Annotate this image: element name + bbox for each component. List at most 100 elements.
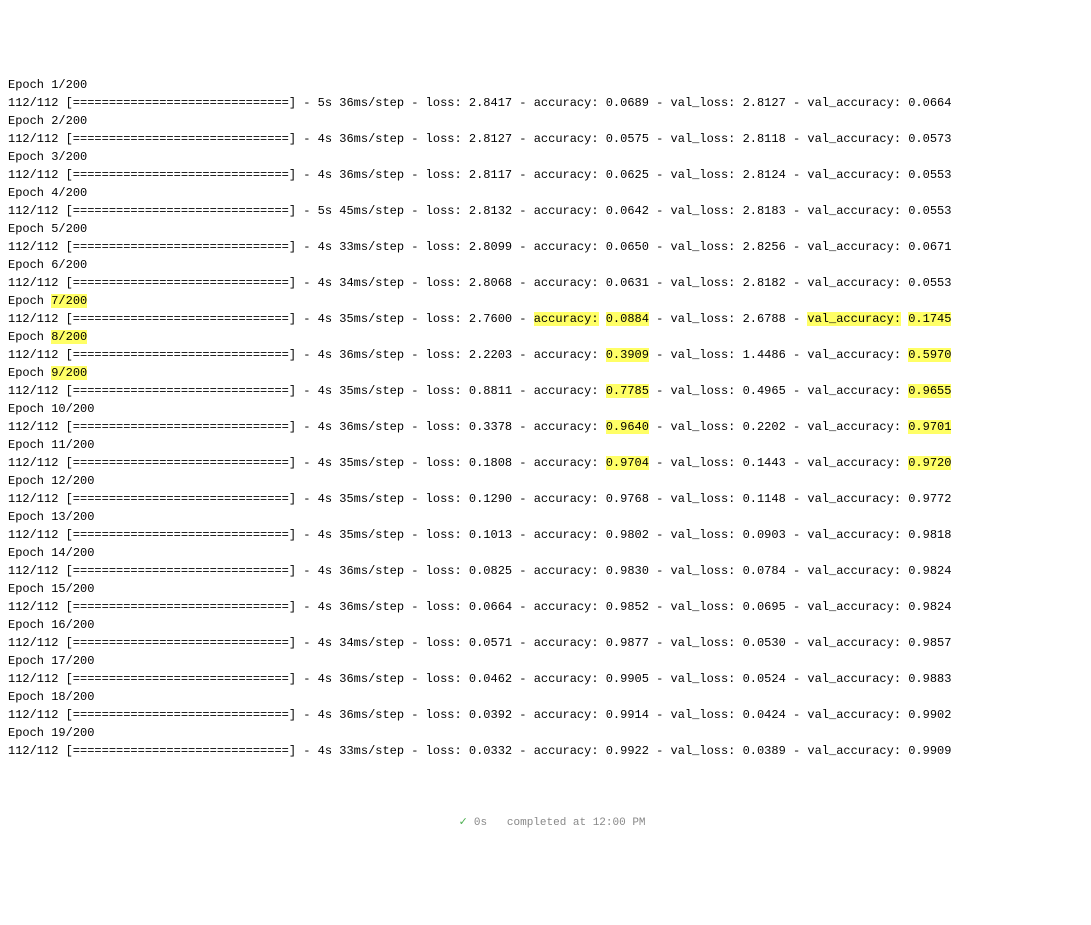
val-loss-value: 0.0695 (743, 600, 786, 614)
epoch-metrics: 112/112 [==============================]… (8, 742, 1083, 760)
step-time: 4s 36ms/step (318, 600, 404, 614)
epoch-number: 4/200 (51, 186, 87, 200)
accuracy-value: 0.9914 (606, 708, 649, 722)
loss-value: 2.8117 (469, 168, 512, 182)
val-accuracy-label: val_accuracy: (807, 96, 901, 110)
accuracy-value: 0.9802 (606, 528, 649, 542)
val-accuracy-value: 0.9772 (908, 492, 951, 506)
loss-value: 2.2203 (469, 348, 512, 362)
epoch-header: Epoch 11/200 (8, 436, 1083, 454)
accuracy-label: accuracy: (534, 600, 599, 614)
step-time: 4s 33ms/step (318, 744, 404, 758)
accuracy-label: accuracy: (534, 384, 599, 398)
epoch-number: 13/200 (51, 510, 94, 524)
step-time: 4s 35ms/step (318, 312, 404, 326)
epoch-metrics: 112/112 [==============================]… (8, 166, 1083, 184)
val-loss-value: 0.0530 (743, 636, 786, 650)
loss-value: 0.1013 (469, 528, 512, 542)
loss-value: 0.0571 (469, 636, 512, 650)
accuracy-value: 0.0650 (606, 240, 649, 254)
epoch-number: 2/200 (51, 114, 87, 128)
progress-bar: 112/112 [==============================] (8, 744, 296, 758)
val-loss-value: 2.8127 (743, 96, 786, 110)
step-time: 5s 45ms/step (318, 204, 404, 218)
epoch-metrics: 112/112 [==============================]… (8, 346, 1083, 364)
val-loss-value: 0.0389 (743, 744, 786, 758)
progress-bar: 112/112 [==============================] (8, 600, 296, 614)
epoch-metrics: 112/112 [==============================]… (8, 490, 1083, 508)
val-loss-value: 2.8182 (743, 276, 786, 290)
val-accuracy-value: 0.9902 (908, 708, 951, 722)
check-icon: ✓ (459, 817, 468, 829)
epoch-number: 16/200 (51, 618, 94, 632)
accuracy-value: 0.9877 (606, 636, 649, 650)
val-accuracy-value: 0.0573 (908, 132, 951, 146)
epoch-metrics: 112/112 [==============================]… (8, 454, 1083, 472)
val-loss-value: 0.4965 (743, 384, 786, 398)
epoch-metrics: 112/112 [==============================]… (8, 274, 1083, 292)
val-accuracy-label: val_accuracy: (807, 708, 901, 722)
progress-bar: 112/112 [==============================] (8, 240, 296, 254)
loss-value: 2.7600 (469, 312, 512, 326)
val-accuracy-value: 0.9883 (908, 672, 951, 686)
val-accuracy-value: 0.5970 (908, 348, 951, 362)
epoch-header: Epoch 4/200 (8, 184, 1083, 202)
accuracy-value: 0.0575 (606, 132, 649, 146)
val-accuracy-value: 0.0553 (908, 168, 951, 182)
val-accuracy-label: val_accuracy: (807, 312, 901, 326)
val-loss-value: 0.1148 (743, 492, 786, 506)
accuracy-label: accuracy: (534, 204, 599, 218)
val-loss-value: 0.0524 (743, 672, 786, 686)
accuracy-label: accuracy: (534, 672, 599, 686)
progress-bar: 112/112 [==============================] (8, 276, 296, 290)
loss-value: 0.0664 (469, 600, 512, 614)
val-accuracy-label: val_accuracy: (807, 348, 901, 362)
epoch-metrics: 112/112 [==============================]… (8, 598, 1083, 616)
accuracy-label: accuracy: (534, 636, 599, 650)
progress-bar: 112/112 [==============================] (8, 636, 296, 650)
val-accuracy-value: 0.0664 (908, 96, 951, 110)
accuracy-value: 0.7785 (606, 384, 649, 398)
epoch-number: 7/200 (51, 294, 87, 308)
step-time: 4s 36ms/step (318, 168, 404, 182)
progress-bar: 112/112 [==============================] (8, 168, 296, 182)
epoch-header: Epoch 5/200 (8, 220, 1083, 238)
val-accuracy-label: val_accuracy: (807, 744, 901, 758)
execution-footer: ✓ 0s completed at 12:00 PM (8, 798, 1083, 831)
val-loss-value: 1.4486 (743, 348, 786, 362)
step-time: 4s 36ms/step (318, 420, 404, 434)
loss-value: 2.8417 (469, 96, 512, 110)
accuracy-value: 0.3909 (606, 348, 649, 362)
epoch-number: 18/200 (51, 690, 94, 704)
val-accuracy-label: val_accuracy: (807, 132, 901, 146)
epoch-metrics: 112/112 [==============================]… (8, 526, 1083, 544)
epoch-number: 15/200 (51, 582, 94, 596)
val-loss-value: 0.0903 (743, 528, 786, 542)
epoch-metrics: 112/112 [==============================]… (8, 310, 1083, 328)
loss-value: 0.0392 (469, 708, 512, 722)
epoch-header: Epoch 14/200 (8, 544, 1083, 562)
step-time: 5s 36ms/step (318, 96, 404, 110)
val-accuracy-value: 0.9824 (908, 600, 951, 614)
epoch-metrics: 112/112 [==============================]… (8, 634, 1083, 652)
epoch-header: Epoch 2/200 (8, 112, 1083, 130)
loss-value: 2.8127 (469, 132, 512, 146)
epoch-number: 6/200 (51, 258, 87, 272)
epoch-number: 11/200 (51, 438, 94, 452)
progress-bar: 112/112 [==============================] (8, 420, 296, 434)
val-accuracy-value: 0.9824 (908, 564, 951, 578)
epoch-metrics: 112/112 [==============================]… (8, 130, 1083, 148)
epoch-header: Epoch 3/200 (8, 148, 1083, 166)
progress-bar: 112/112 [==============================] (8, 204, 296, 218)
footer-text: 0s completed at 12:00 PM (474, 817, 646, 829)
accuracy-value: 0.0625 (606, 168, 649, 182)
epoch-number: 14/200 (51, 546, 94, 560)
accuracy-label: accuracy: (534, 744, 599, 758)
epoch-header: Epoch 13/200 (8, 508, 1083, 526)
epoch-header: Epoch 19/200 (8, 724, 1083, 742)
val-accuracy-value: 0.9701 (908, 420, 951, 434)
accuracy-label: accuracy: (534, 528, 599, 542)
loss-value: 0.3378 (469, 420, 512, 434)
val-accuracy-label: val_accuracy: (807, 384, 901, 398)
val-accuracy-label: val_accuracy: (807, 528, 901, 542)
